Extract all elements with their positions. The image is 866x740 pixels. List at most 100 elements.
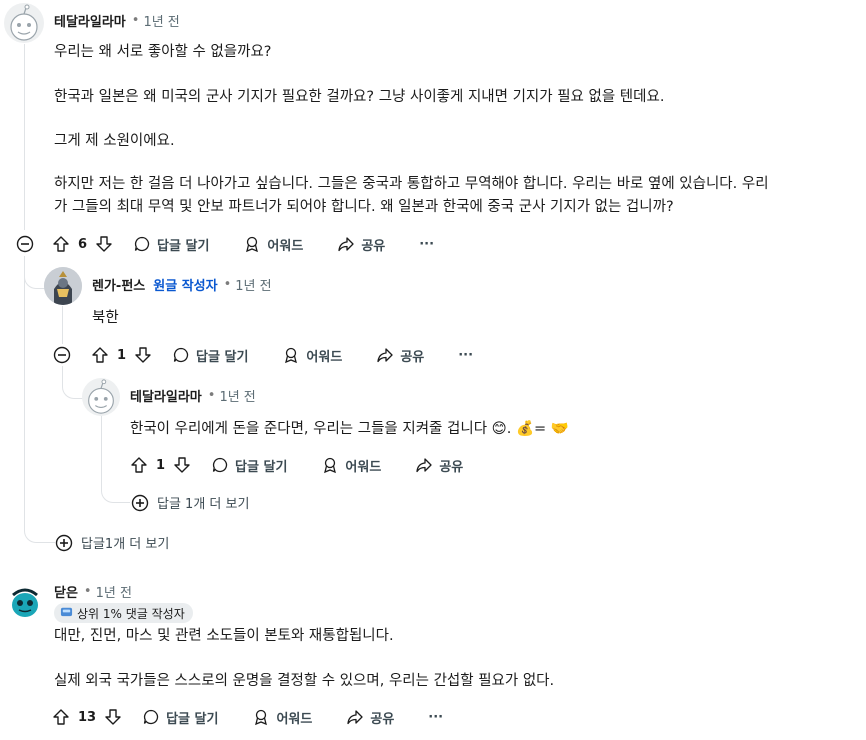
comment-text-main: 한국이 우리에게 돈을 준다면, 우리는 그들을 지켜줄 겁니다 (130, 421, 492, 437)
comment-icon (133, 235, 151, 253)
comment-text-p2: 한국과 일본은 왜 미국의 군사 기지가 필요한 걸까요? 그냥 사이좋게 지내… (54, 89, 665, 105)
comment-meta: 닫은 • 1년 전 (54, 582, 132, 601)
more-options-button[interactable]: ··· (458, 348, 473, 363)
more-options-icon: ··· (428, 709, 444, 725)
avatar[interactable] (44, 267, 82, 305)
flair-icon (60, 605, 73, 621)
comment-text-p1: 한국이 우리에게 돈을 준다면, 우리는 그들을 지켜줄 겁니다 😊. 💰= 🤝 (130, 418, 569, 441)
award-icon (252, 708, 270, 726)
award-label: 어워드 (345, 459, 382, 475)
upvote-icon[interactable] (52, 235, 70, 253)
more-replies-top-button[interactable]: 답글1개 더 보기 (55, 533, 169, 552)
downvote-icon[interactable] (173, 456, 191, 474)
thread-curve-more-top (24, 500, 55, 543)
comment-meta: 테달라일라마 • 1년 전 (130, 386, 256, 405)
comment-text-p1: 대만, 진먼, 마스 및 관련 소도들이 본토와 재통합됩니다. (54, 628, 394, 644)
comment-text-eq: = (534, 421, 551, 437)
comment-icon (142, 708, 160, 726)
comment-icon (211, 456, 229, 474)
comment-text-p5: 가 그들의 최대 무역 및 안보 파트너가 되어야 합니다. 왜 일본과 한국에… (54, 199, 674, 215)
avatar[interactable] (82, 378, 120, 416)
downvote-icon[interactable] (134, 346, 152, 364)
upvote-icon[interactable] (130, 456, 148, 474)
collapse-icon[interactable] (53, 346, 71, 364)
award-button[interactable]: 어워드 (321, 456, 381, 475)
vote-group: 1 (91, 346, 152, 364)
expand-icon (131, 494, 149, 512)
knight-avatar-icon (44, 267, 82, 305)
award-button[interactable]: 어워드 (252, 708, 312, 727)
reply-button[interactable]: 답글 달기 (172, 346, 248, 365)
comment-text-p2: 실제 외국 국가들은 스스로의 운명을 결정할 수 있으며, 우리는 간섭할 필… (54, 673, 555, 689)
handshake-emoji: 🤝 (550, 421, 569, 437)
share-icon (376, 346, 394, 364)
separator-dot: • (223, 277, 232, 292)
thread-line-reply-1 (62, 306, 63, 344)
timestamp[interactable]: 1년 전 (235, 275, 271, 294)
award-icon (321, 456, 339, 474)
snoo-avatar-icon (10, 4, 38, 41)
smile-emoji: 😊 (491, 421, 507, 437)
share-button[interactable]: 공유 (376, 346, 424, 365)
vote-group: 6 (52, 235, 113, 253)
comment-text-p1: 우리는 왜 서로 좋아할 수 없을까요? (54, 44, 272, 60)
share-button[interactable]: 공유 (346, 708, 394, 727)
comment-actions: 13 답글 달기 어워드 공유 ··· (52, 702, 443, 732)
author-name[interactable]: 닫은 (54, 582, 78, 601)
award-label: 어워드 (306, 349, 343, 365)
award-icon (243, 235, 261, 253)
separator-dot: • (131, 13, 140, 28)
comment-text-p1: 북한 (92, 310, 119, 326)
reply-label: 답글 달기 (196, 349, 249, 365)
reply-label: 답글 달기 (166, 711, 219, 727)
share-button[interactable]: 공유 (415, 456, 463, 475)
share-label: 공유 (439, 459, 464, 475)
upvote-icon[interactable] (52, 708, 70, 726)
more-options-button[interactable]: ··· (419, 237, 434, 252)
share-label: 공유 (370, 711, 395, 727)
share-label: 공유 (400, 349, 425, 365)
comment-text-p4: 하지만 저는 한 걸음 더 나아가고 싶습니다. 그들은 중국과 통합하고 무역… (54, 176, 769, 192)
vote-count: 1 (117, 347, 127, 363)
avatar[interactable] (4, 3, 44, 43)
downvote-icon[interactable] (95, 235, 113, 253)
thread-curve-more-nested (101, 470, 130, 503)
timestamp[interactable]: 1년 전 (219, 386, 255, 405)
avatar[interactable] (5, 583, 45, 623)
comment-meta: 렌가-펀스 원글 작성자 • 1년 전 (92, 275, 272, 294)
downvote-icon[interactable] (104, 708, 122, 726)
expand-icon (55, 534, 73, 552)
author-name[interactable]: 테달라일라마 (130, 386, 202, 405)
more-replies-nested-button[interactable]: 답글 1개 더 보기 (131, 493, 249, 512)
money-bag-emoji: 💰 (515, 421, 535, 437)
vote-count: 1 (156, 457, 166, 473)
comment-meta: 테달라일라마 • 1년 전 (54, 11, 180, 30)
snoo-avatar-icon (88, 379, 114, 414)
comment-text-p3: 그게 제 소원이에요. (54, 133, 175, 149)
collapse-icon[interactable] (16, 235, 34, 253)
share-icon (337, 235, 355, 253)
comment-actions: 1 답글 달기 어워드 공유 (130, 450, 463, 480)
award-button[interactable]: 어워드 (282, 346, 342, 365)
upvote-icon[interactable] (91, 346, 109, 364)
award-label: 어워드 (276, 711, 313, 727)
more-replies-label: 답글1개 더 보기 (81, 537, 170, 552)
comment-actions: 1 답글 달기 어워드 공유 ··· (91, 340, 473, 370)
timestamp[interactable]: 1년 전 (96, 582, 132, 601)
thread-line-main-lower (24, 256, 25, 526)
share-button[interactable]: 공유 (337, 235, 385, 254)
author-name[interactable]: 렌가-펀스 (92, 275, 145, 294)
user-flair: 상위 1% 댓글 작성자 (54, 603, 193, 623)
author-name[interactable]: 테달라일라마 (54, 11, 126, 30)
reply-button[interactable]: 답글 달기 (211, 456, 287, 475)
vote-group: 13 (52, 708, 122, 726)
vote-count: 13 (78, 709, 97, 725)
reply-button[interactable]: 답글 달기 (142, 708, 218, 727)
separator-dot: • (83, 584, 92, 599)
award-icon (282, 346, 300, 364)
timestamp[interactable]: 1년 전 (143, 11, 179, 30)
comment-text-mid: . (506, 421, 516, 437)
reply-button[interactable]: 답글 달기 (133, 235, 209, 254)
more-options-button[interactable]: ··· (428, 710, 443, 725)
award-button[interactable]: 어워드 (243, 235, 303, 254)
